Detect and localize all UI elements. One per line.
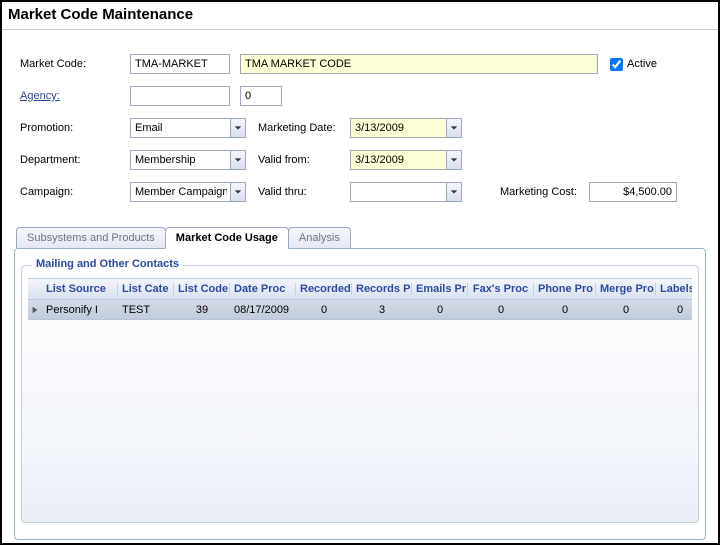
promotion-value[interactable]	[130, 118, 246, 138]
agency-code-input[interactable]	[240, 86, 282, 106]
market-code-input[interactable]	[130, 54, 230, 74]
chevron-down-icon[interactable]	[230, 118, 246, 138]
col-records-p[interactable]: Records P	[352, 283, 412, 295]
page-title: Market Code Maintenance	[2, 2, 718, 30]
tab-subsystems[interactable]: Subsystems and Products	[16, 227, 166, 248]
col-emails-pr[interactable]: Emails Pr	[412, 283, 468, 295]
promotion-select[interactable]	[130, 118, 246, 138]
contacts-grid: List Source List Cate List Code Date Pro…	[28, 278, 692, 320]
mailing-contacts-group: Mailing and Other Contacts List Source L…	[21, 265, 699, 523]
cell-list-code: 39	[174, 304, 230, 316]
market-code-maintenance-window: Market Code Maintenance Market Code: Act…	[0, 0, 720, 545]
valid-from-label: Valid from:	[258, 154, 350, 166]
campaign-value[interactable]	[130, 182, 246, 202]
cell-labels-p: 0	[656, 304, 692, 316]
col-recorded[interactable]: Recorded	[296, 283, 352, 295]
agency-link[interactable]: Agency:	[20, 90, 130, 102]
tab-analysis[interactable]: Analysis	[288, 227, 351, 248]
department-value[interactable]	[130, 150, 246, 170]
col-date-proc[interactable]: Date Proc	[230, 283, 296, 295]
market-code-label: Market Code:	[20, 58, 130, 70]
marketing-date-label: Marketing Date:	[258, 122, 350, 134]
row-caret-icon	[28, 306, 42, 314]
chevron-down-icon[interactable]	[446, 150, 462, 170]
chevron-down-icon[interactable]	[446, 118, 462, 138]
cell-list-cate: TEST	[118, 304, 174, 316]
cell-merge-pro: 0	[596, 304, 656, 316]
valid-thru-label: Valid thru:	[258, 186, 350, 198]
chevron-down-icon[interactable]	[230, 182, 246, 202]
tab-panel-market-code-usage: Mailing and Other Contacts List Source L…	[14, 248, 706, 540]
chevron-down-icon[interactable]	[446, 182, 462, 202]
cell-date-proc: 08/17/2009	[230, 304, 296, 316]
form-area: Market Code: Active Agency: Promotion: M…	[2, 30, 718, 214]
market-code-description-input[interactable]	[240, 54, 598, 74]
cell-emails-pr: 0	[412, 304, 468, 316]
active-checkbox[interactable]	[610, 58, 623, 71]
grid-header: List Source List Cate List Code Date Pro…	[28, 278, 692, 300]
col-labels-p[interactable]: Labels P	[656, 283, 692, 295]
department-select[interactable]	[130, 150, 246, 170]
active-checkbox-wrap[interactable]: Active	[610, 58, 657, 71]
cell-phone-pro: 0	[534, 304, 596, 316]
marketing-cost-input[interactable]	[589, 182, 677, 202]
col-list-cate[interactable]: List Cate	[118, 283, 174, 295]
cell-faxs-proc: 0	[468, 304, 534, 316]
promotion-label: Promotion:	[20, 122, 130, 134]
col-faxs-proc[interactable]: Fax's Proc	[468, 283, 534, 295]
col-list-code[interactable]: List Code	[174, 283, 230, 295]
valid-from-select[interactable]	[350, 150, 462, 170]
valid-thru-select[interactable]	[350, 182, 462, 202]
cell-recorded: 0	[296, 304, 352, 316]
marketing-cost-label: Marketing Cost:	[500, 186, 577, 198]
active-checkbox-label: Active	[627, 58, 657, 70]
tab-market-code-usage[interactable]: Market Code Usage	[165, 227, 289, 249]
cell-list-source: Personify I	[42, 304, 118, 316]
chevron-down-icon[interactable]	[230, 150, 246, 170]
marketing-date-select[interactable]	[350, 118, 462, 138]
cell-records-p: 3	[352, 304, 412, 316]
col-phone-pro[interactable]: Phone Pro	[534, 283, 596, 295]
table-row[interactable]: Personify I TEST 39 08/17/2009 0 3 0 0 0…	[28, 300, 692, 320]
tab-strip: Subsystems and Products Market Code Usag…	[16, 224, 706, 248]
campaign-select[interactable]	[130, 182, 246, 202]
group-label: Mailing and Other Contacts	[32, 258, 183, 270]
agency-input[interactable]	[130, 86, 230, 106]
col-list-source[interactable]: List Source	[42, 283, 118, 295]
campaign-label: Campaign:	[20, 186, 130, 198]
department-label: Department:	[20, 154, 130, 166]
col-merge-pro[interactable]: Merge Pro	[596, 283, 656, 295]
